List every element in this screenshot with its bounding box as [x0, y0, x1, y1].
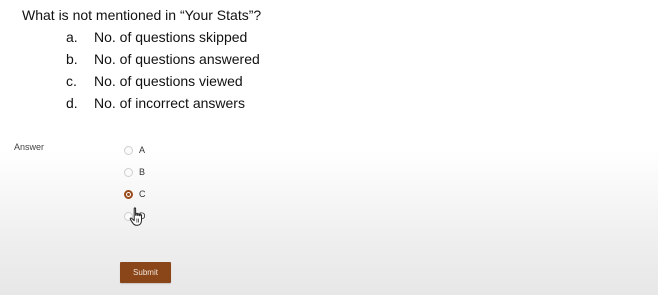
- radio-label[interactable]: B: [139, 167, 145, 177]
- option-list: a. No. of questions skipped b. No. of ques…: [66, 26, 260, 114]
- option-letter: b.: [66, 51, 78, 67]
- answer-label: Answer: [14, 142, 45, 152]
- option-text: No. of questions skipped: [94, 29, 248, 45]
- radio-button[interactable]: [124, 145, 133, 155]
- hand-pointer-icon: [129, 207, 142, 226]
- radio-label[interactable]: A: [139, 145, 145, 155]
- option-item-d: d. No. of incorrect answers: [66, 92, 260, 114]
- radio-label[interactable]: C: [139, 189, 146, 199]
- submit-button[interactable]: Submit: [120, 262, 171, 283]
- option-item-a: a. No. of questions skipped: [66, 26, 260, 48]
- option-letter: d.: [66, 95, 78, 111]
- radio-button[interactable]: [124, 167, 133, 177]
- option-text: No. of questions answered: [94, 51, 260, 67]
- option-item-b: b. No. of questions answered: [66, 48, 260, 70]
- question-text: What is not mentioned in “Your Stats”?: [22, 7, 262, 23]
- option-text: No. of incorrect answers: [94, 95, 245, 111]
- option-letter: a.: [66, 29, 78, 45]
- radio-option-a[interactable]: A: [124, 139, 146, 161]
- radio-option-c[interactable]: C: [124, 183, 146, 205]
- option-item-c: c. No. of questions viewed: [66, 70, 260, 92]
- option-letter: c.: [66, 73, 77, 89]
- radio-button[interactable]: [124, 189, 133, 199]
- option-text: No. of questions viewed: [94, 73, 243, 89]
- radio-option-b[interactable]: B: [124, 161, 146, 183]
